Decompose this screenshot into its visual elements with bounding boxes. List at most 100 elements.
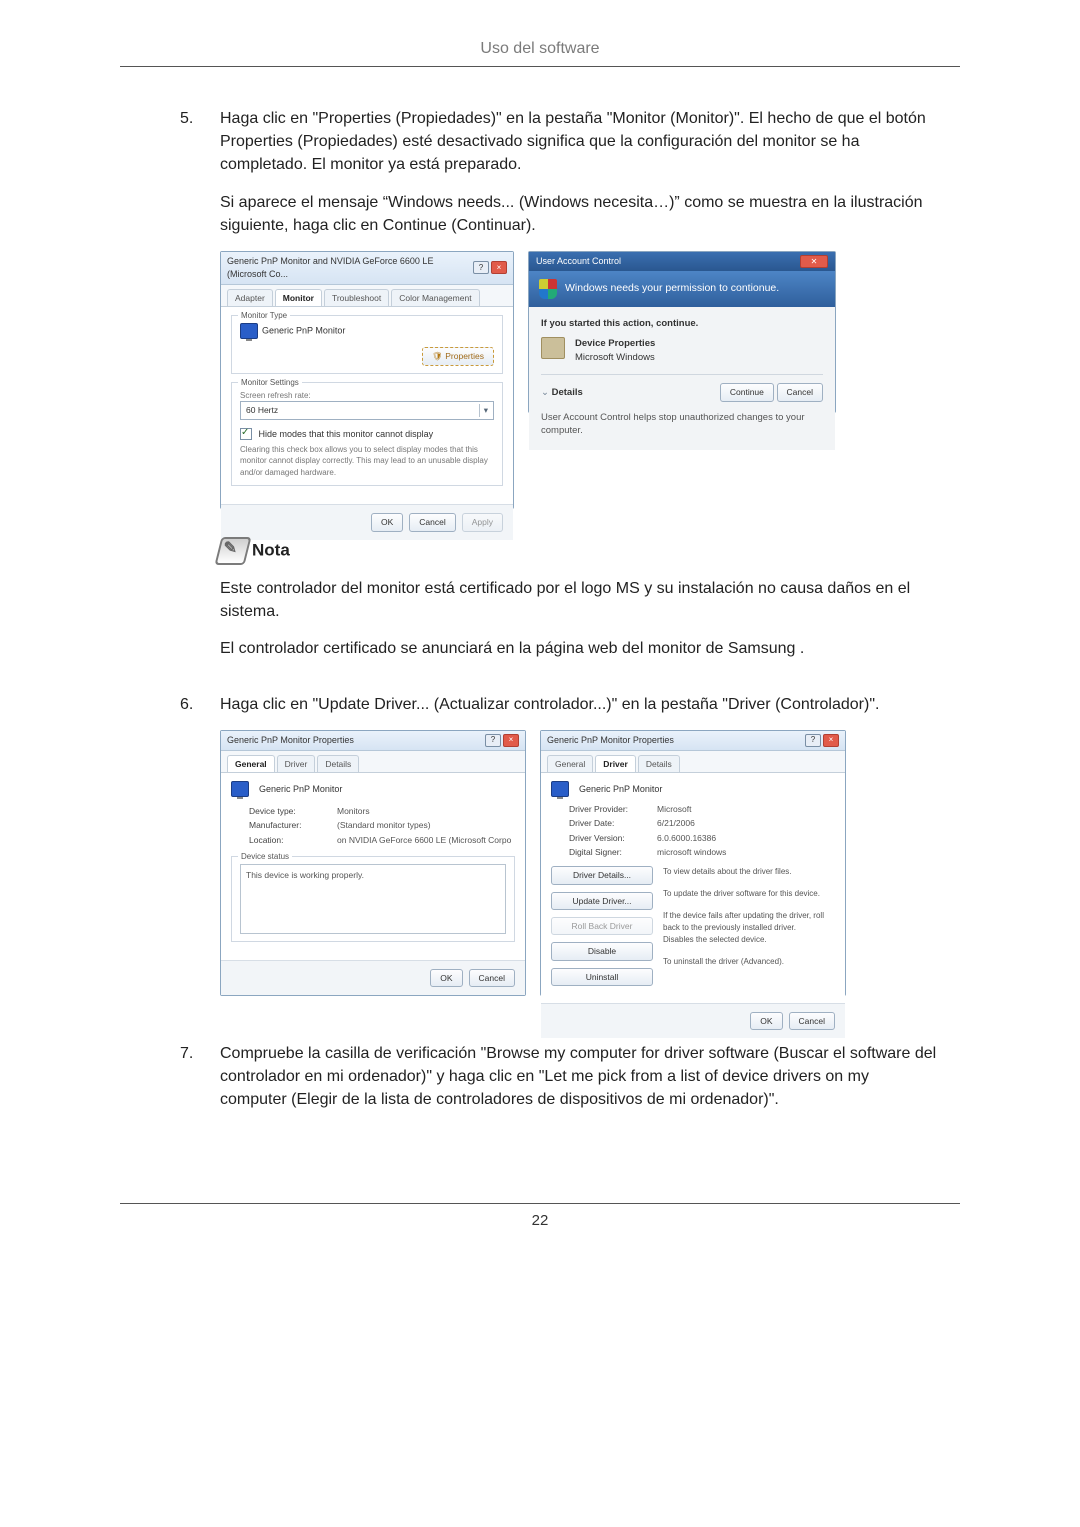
- tab-adapter[interactable]: Adapter: [227, 289, 273, 306]
- disable-desc: Disables the selected device.: [663, 934, 835, 956]
- uninstall-button[interactable]: Uninstall: [551, 968, 653, 986]
- rollback-driver-desc: If the device fails after updating the d…: [663, 910, 835, 934]
- monitor-icon: [240, 323, 258, 339]
- apply-button[interactable]: Apply: [462, 513, 503, 531]
- step5-para1: Haga clic en "Properties (Propiedades)" …: [220, 107, 940, 177]
- disable-button[interactable]: Disable: [551, 942, 653, 960]
- step7-para: Compruebe la casilla de verificación "Br…: [220, 1042, 940, 1112]
- dialog-title: Generic PnP Monitor and NVIDIA GeForce 6…: [227, 255, 473, 281]
- close-button[interactable]: ×: [823, 734, 839, 747]
- figure-row-1: Generic PnP Monitor and NVIDIA GeForce 6…: [220, 251, 940, 509]
- ok-button[interactable]: OK: [430, 969, 462, 987]
- shield-icon: [539, 279, 557, 299]
- details-toggle[interactable]: Details: [552, 387, 583, 398]
- note-icon: [215, 537, 252, 565]
- step-number: 7.: [180, 1042, 202, 1126]
- cancel-button[interactable]: Cancel: [777, 383, 823, 401]
- step-6: 6. Haga clic en "Update Driver... (Actua…: [180, 693, 940, 1024]
- monitor-type-legend: Monitor Type: [238, 310, 290, 322]
- tab-color-management[interactable]: Color Management: [391, 289, 479, 306]
- device-status-legend: Device status: [238, 851, 292, 863]
- label-location: Location:: [249, 834, 319, 846]
- step-7: 7. Compruebe la casilla de verificación …: [180, 1042, 940, 1126]
- tab-monitor[interactable]: Monitor: [275, 289, 322, 306]
- help-button[interactable]: ?: [485, 734, 501, 747]
- value-location: on NVIDIA GeForce 6600 LE (Microsoft Cor…: [337, 834, 511, 846]
- uac-banner-text: Windows needs your permission to contion…: [565, 281, 779, 296]
- chevron-down-icon: ▾: [479, 404, 488, 416]
- label-digital-signer: Digital Signer:: [569, 846, 639, 858]
- figure-row-2: Generic PnP Monitor Properties ?× Genera…: [220, 730, 940, 996]
- help-button[interactable]: ?: [805, 734, 821, 747]
- page-number: 22: [0, 1212, 1080, 1229]
- update-driver-desc: To update the driver software for this d…: [663, 888, 835, 910]
- uninstall-desc: To uninstall the driver (Advanced).: [663, 956, 835, 968]
- close-button[interactable]: ✕: [800, 255, 828, 268]
- monitor-props-general-dialog: Generic PnP Monitor Properties ?× Genera…: [220, 730, 526, 996]
- tab-troubleshoot[interactable]: Troubleshoot: [324, 289, 389, 306]
- uac-help-line: User Account Control helps stop unauthor…: [541, 411, 823, 439]
- close-button[interactable]: ×: [503, 734, 519, 747]
- close-button[interactable]: ×: [491, 261, 507, 274]
- refresh-rate-select[interactable]: 60 Hertz▾: [240, 401, 494, 419]
- cancel-button[interactable]: Cancel: [469, 969, 515, 987]
- tab-driver[interactable]: Driver: [277, 755, 316, 772]
- value-driver-date: 6/21/2006: [657, 817, 695, 829]
- value-device-type: Monitors: [337, 805, 370, 817]
- step6-para: Haga clic en "Update Driver... (Actualiz…: [220, 693, 940, 716]
- step-5: 5. Haga clic en "Properties (Propiedades…: [180, 107, 940, 675]
- uac-title: User Account Control: [536, 255, 621, 268]
- footer-rule: [120, 1203, 960, 1204]
- device-status-text: This device is working properly.: [240, 864, 506, 934]
- help-button[interactable]: ?: [473, 261, 489, 274]
- value-digital-signer: microsoft windows: [657, 846, 726, 858]
- dialog-title: Generic PnP Monitor Properties: [547, 734, 674, 747]
- driver-details-button[interactable]: Driver Details...: [551, 866, 653, 884]
- tab-details[interactable]: Details: [638, 755, 680, 772]
- monitor-icon: [551, 781, 569, 797]
- note-para-2: El controlador certificado se anunciará …: [220, 637, 940, 660]
- monitor-properties-dialog: Generic PnP Monitor and NVIDIA GeForce 6…: [220, 251, 514, 509]
- rollback-driver-button[interactable]: Roll Back Driver: [551, 917, 653, 935]
- cancel-button[interactable]: Cancel: [789, 1012, 835, 1030]
- uac-device-properties: Device Properties: [575, 337, 655, 351]
- chevron-down-icon: ⌄: [541, 387, 549, 398]
- tab-general[interactable]: General: [547, 755, 593, 772]
- ok-button[interactable]: OK: [750, 1012, 782, 1030]
- monitor-icon: [231, 781, 249, 797]
- step-number: 5.: [180, 107, 202, 675]
- update-driver-button[interactable]: Update Driver...: [551, 892, 653, 910]
- cancel-button[interactable]: Cancel: [409, 513, 455, 531]
- label-device-type: Device type:: [249, 805, 319, 817]
- tab-details[interactable]: Details: [317, 755, 359, 772]
- page-header: Uso del software: [0, 30, 1080, 66]
- monitor-props-driver-dialog: Generic PnP Monitor Properties ?× Genera…: [540, 730, 846, 996]
- monitor-name: Generic PnP Monitor: [259, 783, 342, 796]
- hide-modes-description: Clearing this check box allows you to se…: [240, 444, 494, 479]
- step-number: 6.: [180, 693, 202, 1024]
- label-driver-date: Driver Date:: [569, 817, 639, 829]
- monitor-name: Generic PnP Monitor: [579, 783, 662, 796]
- tab-driver[interactable]: Driver: [595, 755, 636, 772]
- device-icon: [541, 337, 565, 359]
- hide-modes-checkbox[interactable]: [240, 428, 252, 440]
- monitor-settings-legend: Monitor Settings: [238, 377, 302, 389]
- uac-if-started: If you started this action, continue.: [541, 317, 823, 331]
- note-para-1: Este controlador del monitor está certif…: [220, 577, 940, 623]
- value-driver-provider: Microsoft: [657, 803, 691, 815]
- driver-details-desc: To view details about the driver files.: [663, 866, 835, 888]
- label-driver-version: Driver Version:: [569, 832, 639, 844]
- ok-button[interactable]: OK: [371, 513, 403, 531]
- value-manufacturer: (Standard monitor types): [337, 819, 431, 831]
- properties-button[interactable]: 🛡 Properties: [422, 347, 494, 365]
- refresh-rate-label: Screen refresh rate:: [240, 390, 494, 402]
- step5-para2: Si aparece el mensaje “Windows needs... …: [220, 191, 940, 237]
- value-driver-version: 6.0.6000.16386: [657, 832, 716, 844]
- continue-button[interactable]: Continue: [720, 383, 774, 401]
- uac-publisher: Microsoft Windows: [575, 351, 655, 365]
- label-driver-provider: Driver Provider:: [569, 803, 639, 815]
- uac-dialog: User Account Control ✕ Windows needs you…: [528, 251, 836, 413]
- label-manufacturer: Manufacturer:: [249, 819, 319, 831]
- tab-general[interactable]: General: [227, 755, 275, 772]
- monitor-name: Generic PnP Monitor: [262, 326, 345, 336]
